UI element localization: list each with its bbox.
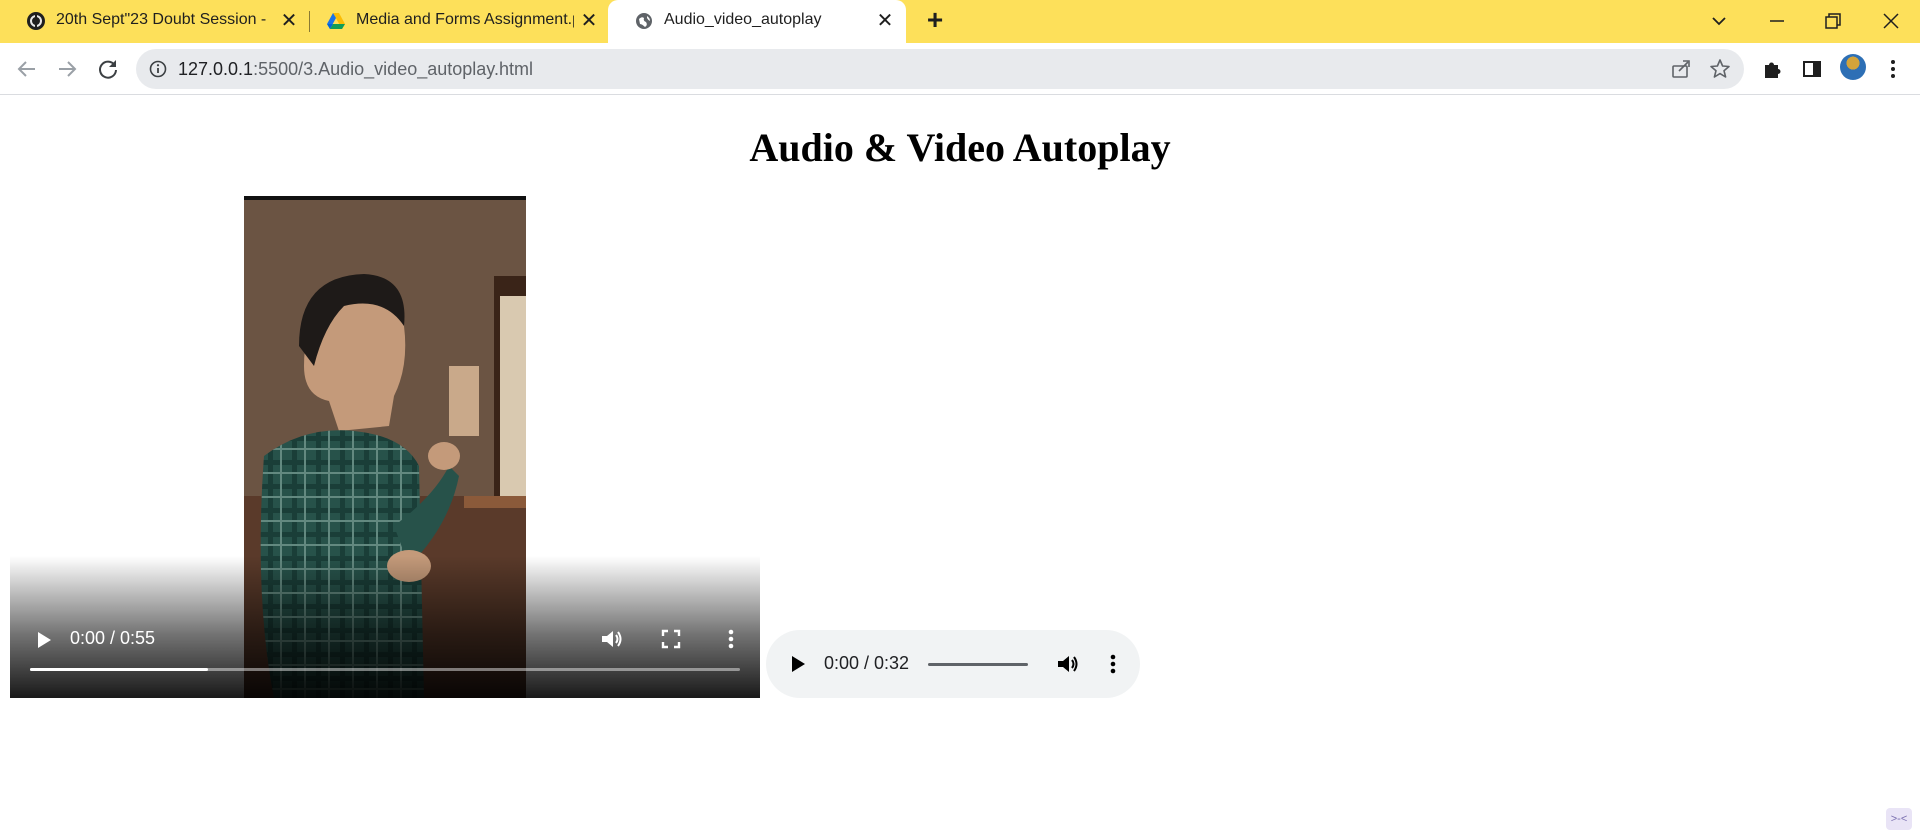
window-close-icon[interactable]	[1876, 6, 1906, 36]
forward-arrow-icon[interactable]	[53, 55, 81, 83]
close-icon[interactable]: ✕	[278, 10, 300, 32]
tab-audio-video-autoplay[interactable]: Audio_video_autoplay ✕	[608, 0, 906, 43]
tab-strip: 20th Sept"23 Doubt Session - Ful ✕ Media…	[0, 0, 1920, 43]
url-text: 127.0.0.1:5500/3.Audio_video_autoplay.ht…	[178, 59, 533, 80]
address-bar[interactable]: 127.0.0.1:5500/3.Audio_video_autoplay.ht…	[136, 49, 1744, 89]
close-icon[interactable]: ✕	[874, 10, 896, 32]
more-menu-icon[interactable]	[1879, 55, 1907, 83]
side-panel-icon[interactable]	[1798, 55, 1826, 83]
tab-search-icon[interactable]	[1704, 6, 1734, 36]
profile-avatar[interactable]	[1840, 54, 1866, 80]
browser-toolbar: 127.0.0.1:5500/3.Audio_video_autoplay.ht…	[0, 43, 1920, 95]
globe-icon	[636, 13, 652, 29]
bookmark-star-icon[interactable]	[1708, 57, 1732, 81]
close-icon[interactable]: ✕	[578, 10, 600, 32]
extension-badge-icon[interactable]: >-<	[1886, 808, 1912, 830]
video-more-options-icon[interactable]	[718, 626, 744, 652]
reload-icon[interactable]	[94, 55, 122, 83]
audio-more-options-icon[interactable]	[1100, 651, 1126, 677]
video-progress-bar[interactable]	[30, 668, 740, 671]
audio-play-icon[interactable]	[786, 652, 810, 676]
restore-icon[interactable]	[1818, 6, 1848, 36]
audio-progress-bar[interactable]	[928, 663, 1028, 666]
fullscreen-icon[interactable]	[658, 626, 684, 652]
google-drive-icon	[327, 13, 345, 29]
tab-doubt-session[interactable]: 20th Sept"23 Doubt Session - Ful ✕	[0, 0, 306, 43]
tab-title: Audio_video_autoplay	[664, 11, 822, 28]
audio-volume-icon[interactable]	[1054, 651, 1080, 677]
video-player[interactable]: 0:00 / 0:55	[10, 196, 760, 698]
audio-time: 0:00 / 0:32	[824, 653, 910, 673]
minimize-icon[interactable]	[1762, 6, 1792, 36]
share-icon[interactable]	[1670, 58, 1692, 80]
audio-player[interactable]: 0:00 / 0:32	[766, 630, 1140, 698]
extensions-puzzle-icon[interactable]	[1758, 55, 1786, 83]
url-host: 127.0.0.1	[178, 59, 254, 79]
video-progress-fill	[30, 668, 208, 671]
new-tab-button[interactable]: +	[922, 6, 948, 34]
circle-logo-icon	[27, 12, 45, 30]
volume-icon[interactable]	[598, 626, 624, 652]
video-controls-gradient	[10, 556, 760, 698]
tab-media-forms[interactable]: Media and Forms Assignment.pd ✕	[300, 0, 606, 43]
site-info-icon[interactable]	[148, 59, 168, 79]
tab-title: 20th Sept"23 Doubt Session - Ful	[56, 11, 272, 28]
tab-title: Media and Forms Assignment.pd	[356, 11, 574, 28]
video-play-icon[interactable]	[32, 628, 56, 652]
url-path: :5500/3.Audio_video_autoplay.html	[253, 59, 533, 79]
page-heading: Audio & Video Autoplay	[749, 125, 1171, 170]
video-time: 0:00 / 0:55	[70, 628, 156, 648]
back-arrow-icon[interactable]	[13, 55, 41, 83]
